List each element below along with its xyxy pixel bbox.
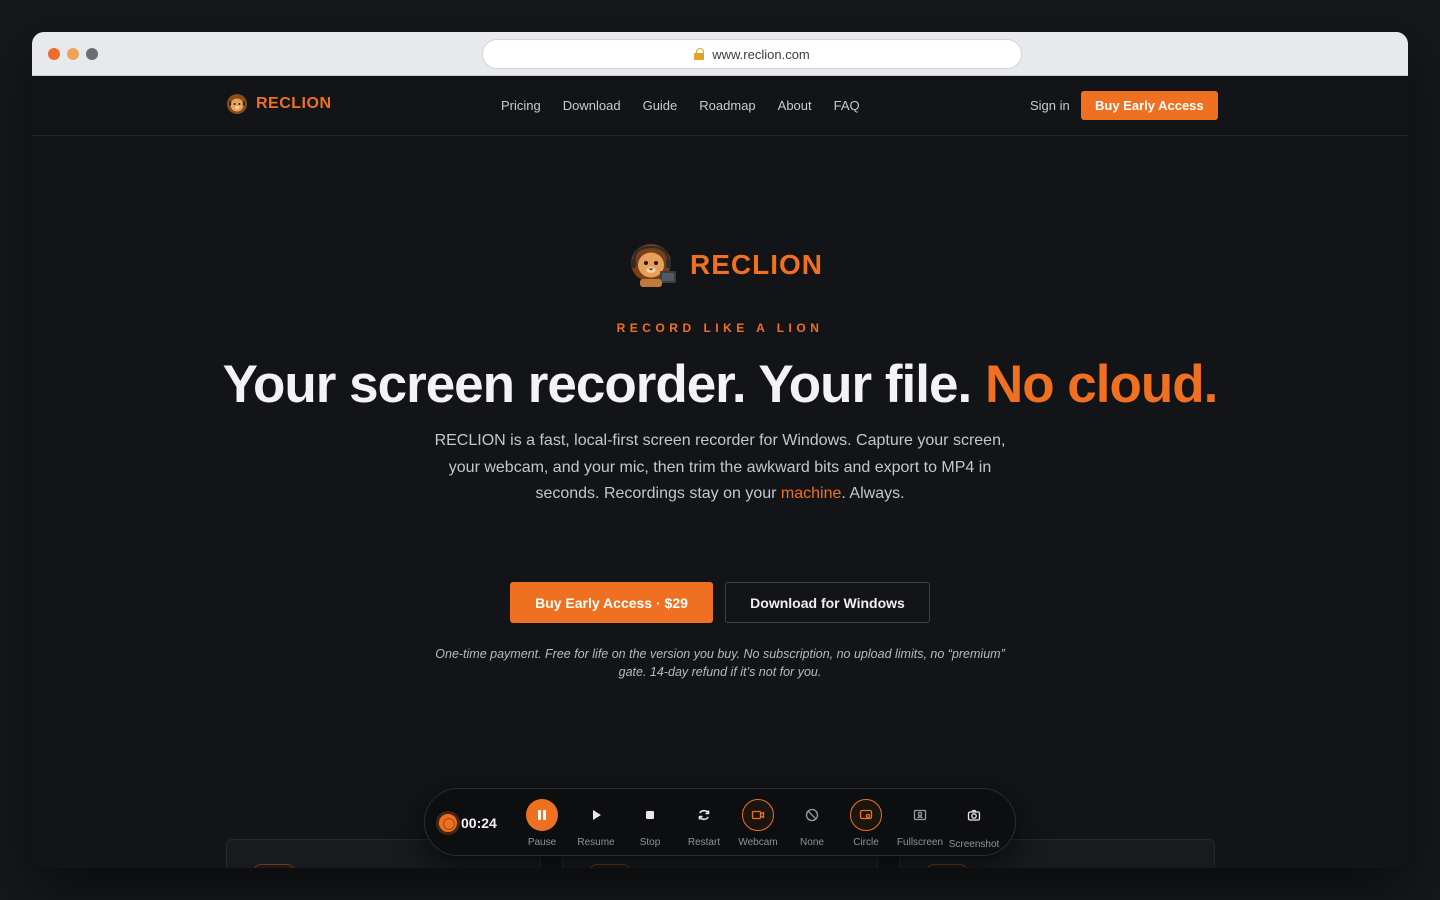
eyebrow: RECORD LIKE A LION: [616, 321, 824, 335]
restart-button[interactable]: Restart: [677, 797, 731, 849]
signin-link[interactable]: Sign in: [1030, 98, 1070, 113]
circle-button[interactable]: Circle: [839, 797, 893, 849]
lock-icon: [694, 48, 705, 60]
nav-link-download[interactable]: Download: [563, 98, 621, 113]
site-nav: RECLION Pricing Download Guide Roadmap A…: [32, 76, 1408, 136]
browser-chrome: www.reclion.com: [32, 32, 1408, 76]
stop-button[interactable]: Stop: [623, 797, 677, 849]
screenshot-button[interactable]: Screenshot: [947, 797, 1001, 850]
nav-link-faq[interactable]: FAQ: [834, 98, 860, 113]
hero-logo: RECLION: [626, 241, 823, 289]
fullscreen-button[interactable]: Fullscreen: [893, 797, 947, 849]
nav-buy-button[interactable]: Buy Early Access: [1081, 91, 1218, 120]
circle-label: Circle: [853, 837, 879, 848]
maximize-dot[interactable]: [86, 48, 98, 60]
recording-indicator-icon: [439, 814, 457, 832]
lion-mascot-icon: [631, 244, 676, 287]
screenshot-label: Screenshot: [948, 839, 1000, 850]
resume-button[interactable]: Resume: [569, 797, 623, 849]
page-title: Your screen recorder. Your file. No clou…: [32, 354, 1408, 415]
stop-label: Stop: [639, 837, 661, 848]
nav-link-about[interactable]: About: [778, 98, 812, 113]
hero-description: RECLION is a fast, local-first screen re…: [420, 428, 1020, 508]
sparkle-icon: [589, 864, 631, 868]
lede-end: . Always.: [841, 485, 905, 502]
dollar-icon: [926, 864, 968, 868]
recording-timer: 00:24: [461, 815, 497, 831]
nav-link-roadmap[interactable]: Roadmap: [699, 98, 755, 113]
none-button[interactable]: None: [785, 797, 839, 849]
buy-early-access-button[interactable]: Buy Early Access · $29: [510, 582, 713, 623]
nav-links: Pricing Download Guide Roadmap About FAQ: [501, 98, 860, 113]
close-dot[interactable]: [48, 48, 60, 60]
play-icon: [580, 799, 612, 831]
nav-link-guide[interactable]: Guide: [643, 98, 678, 113]
lion-icon: [253, 864, 295, 868]
headline-main: Your screen recorder. Your file.: [222, 355, 973, 414]
fullscreen-icon: [904, 799, 936, 831]
nav-link-pricing[interactable]: Pricing: [501, 98, 541, 113]
url-text: www.reclion.com: [712, 46, 810, 62]
webcam-button[interactable]: Webcam: [731, 797, 785, 849]
restart-label: Restart: [687, 837, 721, 848]
none-label: None: [800, 837, 824, 848]
page: RECLION Pricing Download Guide Roadmap A…: [32, 76, 1408, 868]
stop-icon: [634, 799, 666, 831]
webcam-label: Webcam: [738, 837, 778, 848]
pause-button[interactable]: Pause: [515, 797, 569, 849]
lede-highlight: machine: [780, 485, 842, 502]
brand-name: RECLION: [256, 95, 332, 112]
window-controls: [48, 48, 98, 60]
camera-icon: [958, 799, 990, 831]
hero-brand-name: RECLION: [690, 249, 823, 280]
address-bar[interactable]: www.reclion.com: [482, 39, 1022, 69]
headline-accent: No cloud.: [984, 355, 1218, 414]
restart-icon: [688, 799, 720, 831]
recorder-toolbar: 00:24 Pause Resume Stop Restart Webcam N…: [424, 788, 1016, 856]
lion-logo-icon: [227, 94, 247, 114]
browser-window: www.reclion.com RECLION Pricing Download…: [32, 32, 1408, 868]
webcam-icon: [742, 799, 774, 831]
fullscreen-label: Fullscreen: [896, 837, 944, 848]
none-icon: [796, 799, 828, 831]
brand[interactable]: RECLION: [226, 93, 332, 115]
download-windows-button[interactable]: Download for Windows: [725, 582, 930, 623]
resume-label: Resume: [577, 837, 615, 848]
pause-icon: [526, 799, 558, 831]
pause-label: Pause: [527, 837, 557, 848]
pricing-note: One-time payment. Free for life on the v…: [435, 647, 1005, 679]
minimize-dot[interactable]: [67, 48, 79, 60]
circle-cam-icon: [850, 799, 882, 831]
lede-text: RECLION is a fast, local-first screen re…: [434, 432, 1006, 502]
